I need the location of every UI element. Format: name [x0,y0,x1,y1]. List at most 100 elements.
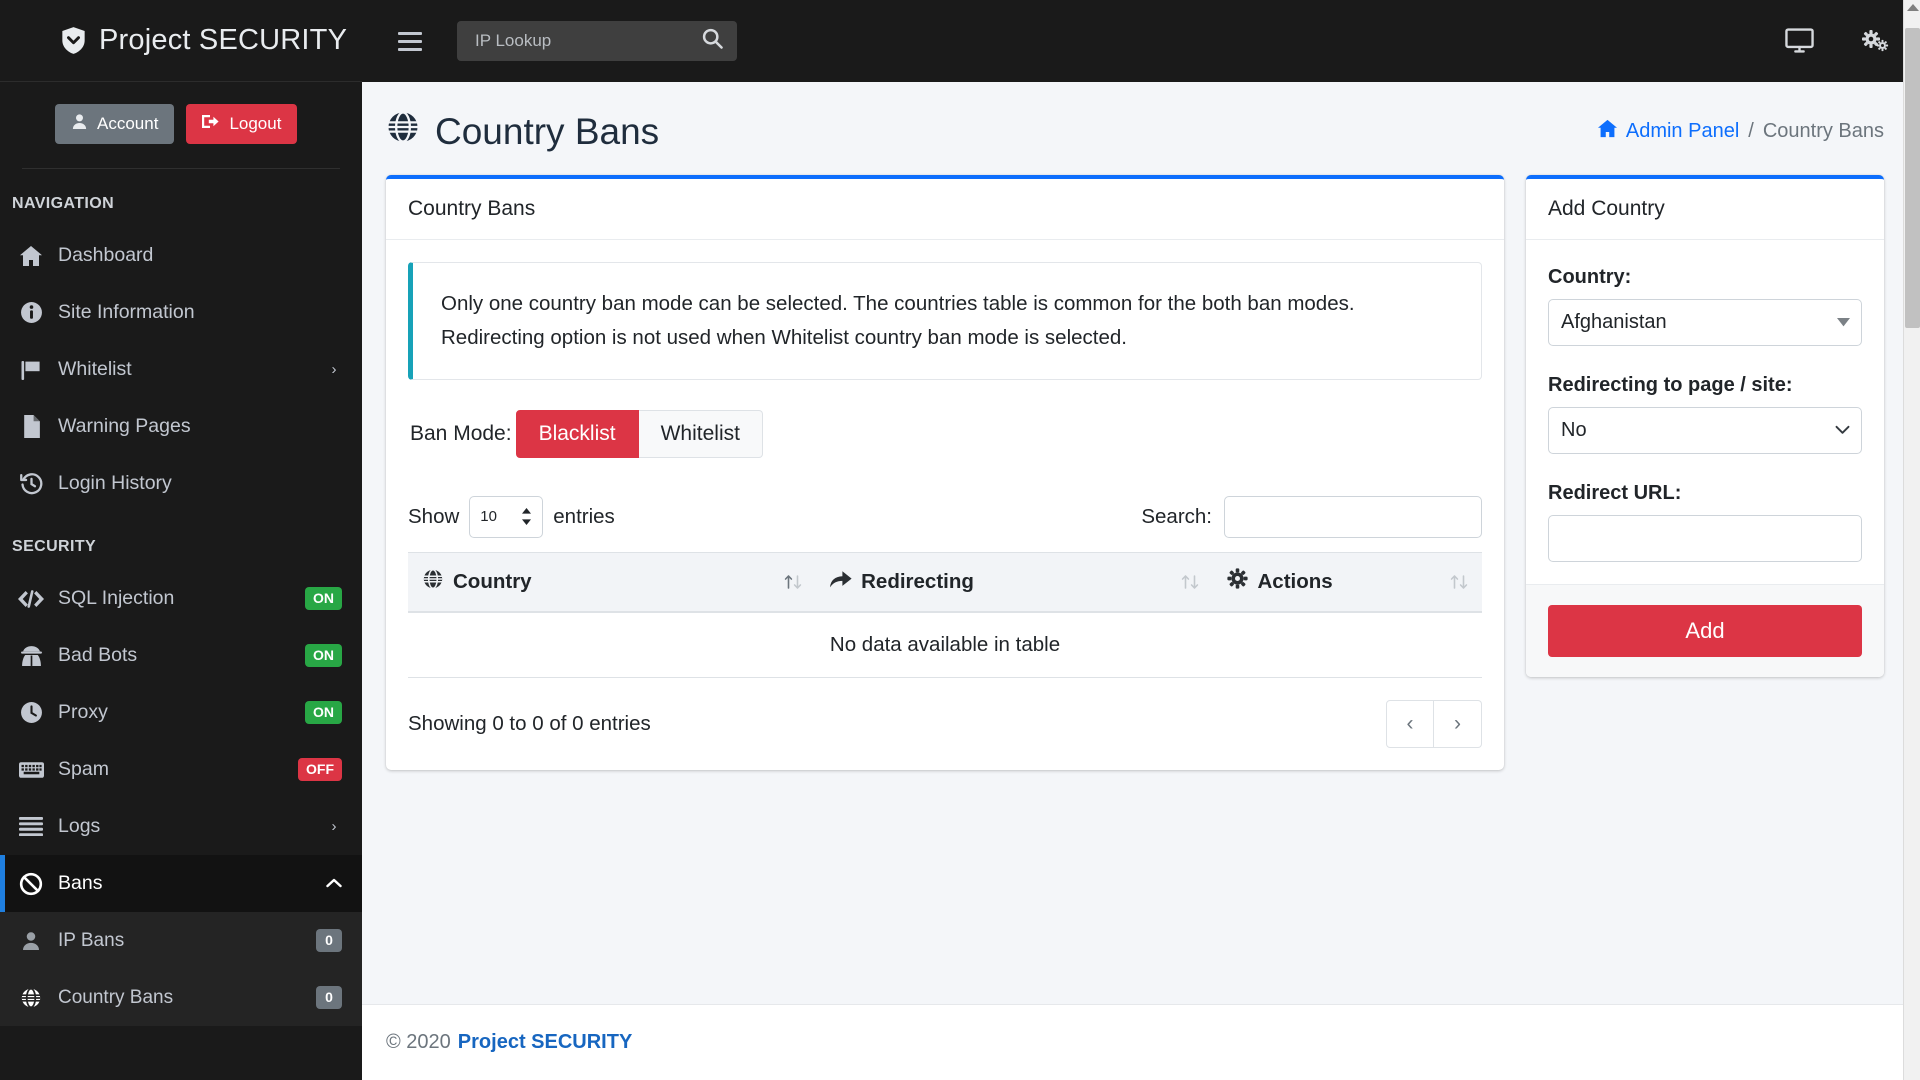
user-icon [18,931,44,951]
sidebar-item-label: IP Bans [58,930,302,952]
sidebar-item-bad-bots[interactable]: Bad Bots ON [0,627,362,684]
sidebar-item-label: Spam [58,758,284,781]
app-root: Project SECURITY Account Logout NAVIGATI… [0,0,1920,1080]
entries-label: entries [553,505,615,529]
add-country-form: Country: Afghanistan Redirecting to page… [1526,240,1884,584]
hamburger-icon[interactable] [387,32,433,51]
country-field-label: Country: [1548,266,1862,289]
chevron-right-icon: › [326,818,342,835]
status-badge: ON [305,644,342,668]
column-header-label: Redirecting [861,570,974,594]
search-icon[interactable] [702,28,723,54]
sidebar: Project SECURITY Account Logout NAVIGATI… [0,0,362,1080]
page-length-control: Show 10 entries [408,496,615,538]
brand[interactable]: Project SECURITY [0,0,362,82]
ban-mode-group: Ban Mode: Blacklist Whitelist [410,410,1482,458]
account-button[interactable]: Account [55,104,174,144]
info-circle-icon [18,301,44,324]
column-header-label: Country [453,570,532,594]
sort-arrows-icon [1450,574,1468,590]
sidebar-item-label: Proxy [58,701,291,724]
sidebar-item-label: Warning Pages [58,415,342,438]
add-country-card: Add Country Country: Afghanistan Redirec… [1526,175,1884,677]
table-search-input[interactable] [1224,496,1482,538]
brand-title: Project SECURITY [99,24,347,57]
redirecting-select-value: No [1561,419,1587,442]
redirect-url-field-label: Redirect URL: [1548,482,1862,505]
share-arrow-icon [830,569,852,594]
ban-mode-blacklist-button[interactable]: Blacklist [516,410,639,458]
content-row: Country Bans Only one country ban mode c… [362,175,1920,770]
sidebar-item-label: SQL Injection [58,587,291,610]
sidebar-item-whitelist[interactable]: Whitelist › [0,341,362,398]
status-badge: ON [305,701,342,725]
copyright-text: © 2020 [386,1031,451,1054]
sidebar-item-bans[interactable]: Bans [0,855,362,912]
breadcrumb-admin-panel-label: Admin Panel [1626,120,1739,143]
gear-icon [1227,568,1248,595]
flag-icon [18,359,44,381]
datatable-footer: Showing 0 to 0 of 0 entries ‹ › [408,700,1482,748]
column-header-actions[interactable]: Actions [1213,552,1482,612]
breadcrumb-admin-panel[interactable]: Admin Panel [1597,119,1739,144]
table-empty-row: No data available in table [408,612,1482,678]
sidebar-item-sql-injection[interactable]: SQL Injection ON [0,570,362,627]
sidebar-item-proxy[interactable]: Proxy ON [0,684,362,741]
sidebar-item-warning-pages[interactable]: Warning Pages [0,398,362,455]
sidebar-item-logs[interactable]: Logs › [0,798,362,855]
desktop-icon[interactable] [1785,28,1814,54]
count-badge: 0 [316,929,342,953]
sidebar-item-country-bans[interactable]: Country Bans 0 [0,969,362,1026]
user-icon [71,113,88,135]
count-badge: 0 [316,986,342,1010]
nav-section-header: NAVIGATION [0,169,362,227]
account-actions: Account Logout [0,82,362,168]
pagination-previous-button[interactable]: ‹ [1386,700,1434,748]
shield-check-icon [60,26,87,55]
vertical-scrollbar[interactable] [1903,0,1920,1080]
sign-out-icon [202,113,220,135]
country-bans-card-body: Only one country ban mode can be selecte… [386,240,1504,770]
logout-button[interactable]: Logout [186,104,297,144]
country-select[interactable]: Afghanistan [1548,299,1862,346]
ip-lookup-search[interactable] [457,21,737,61]
sidebar-item-site-information[interactable]: Site Information [0,284,362,341]
sidebar-item-dashboard[interactable]: Dashboard [0,227,362,284]
datatable-controls: Show 10 entries Search: [408,496,1482,538]
redirecting-select[interactable]: No [1548,407,1862,454]
ban-mode-whitelist-button[interactable]: Whitelist [639,410,763,458]
sidebar-item-label: Country Bans [58,987,302,1009]
home-icon [18,245,44,267]
column-header-country[interactable]: Country [408,552,816,612]
status-badge: OFF [298,758,342,782]
table-info: Showing 0 to 0 of 0 entries [408,712,651,736]
table-head: Country [408,552,1482,612]
pagination-next-button[interactable]: › [1434,700,1482,748]
security-section-header: SECURITY [0,512,362,570]
user-secret-icon [18,644,44,667]
redirect-url-input[interactable] [1548,515,1862,562]
show-label: Show [408,505,459,529]
add-country-card-footer: Add [1526,584,1884,677]
scroll-up-arrow-icon[interactable] [1907,4,1919,11]
scrollbar-thumb[interactable] [1905,28,1920,328]
cogs-icon[interactable] [1860,28,1890,55]
page-title: Country Bans [386,110,659,153]
globe-icon [18,987,44,1009]
sidebar-item-label: Dashboard [58,244,342,267]
table-empty-message: No data available in table [408,612,1482,678]
keyboard-icon [18,761,44,779]
sidebar-item-login-history[interactable]: Login History [0,455,362,512]
sidebar-item-spam[interactable]: Spam OFF [0,741,362,798]
add-button[interactable]: Add [1548,605,1862,657]
chevron-right-icon: › [326,361,342,378]
stepper-arrows-icon [521,508,532,525]
sidebar-item-ip-bans[interactable]: IP Bans 0 [0,912,362,969]
page-length-select[interactable]: 10 [469,496,543,538]
status-badge: ON [305,587,342,611]
table-header-row: Country [408,552,1482,612]
column-header-redirecting[interactable]: Redirecting [816,552,1213,612]
footer-brand-link[interactable]: Project SECURITY [458,1031,632,1054]
country-select-value: Afghanistan [1561,311,1667,334]
search-input[interactable] [473,30,702,52]
